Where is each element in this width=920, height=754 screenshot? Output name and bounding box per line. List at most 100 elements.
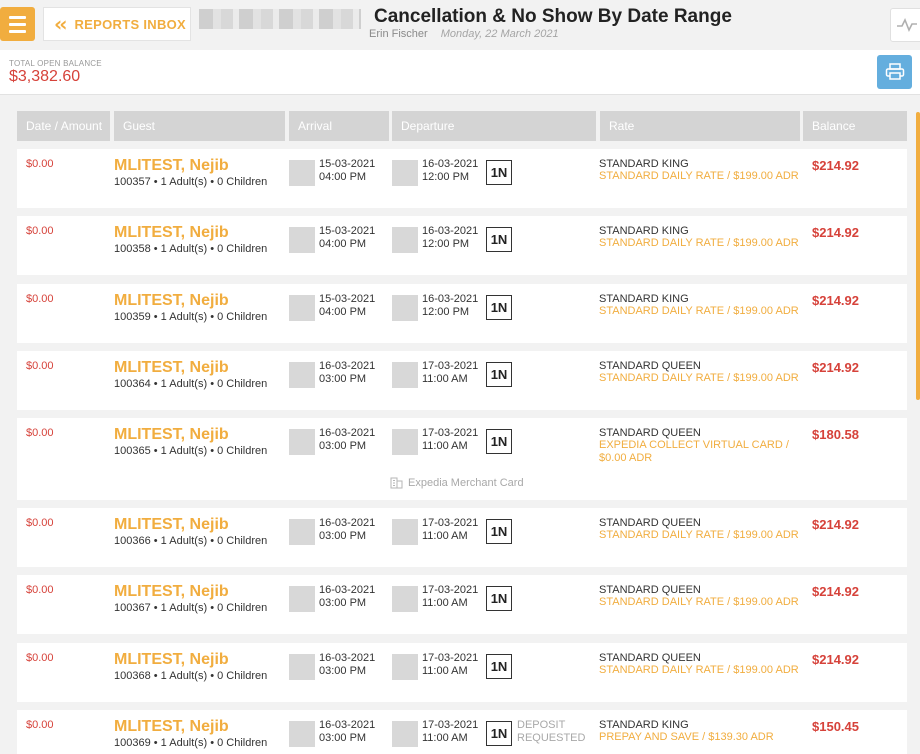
rate-plan: STANDARD DAILY RATE / $199.00 ADR: [599, 596, 799, 609]
reservation-row[interactable]: $0.00 MLITEST, Nejib 100366 • 1 Adult(s)…: [17, 508, 907, 567]
departure-time: 11:00 AM: [422, 439, 468, 452]
rate-line: STANDARD DAILY RATE / $199.00 ADR: [599, 170, 799, 182]
rate-line: STANDARD DAILY RATE / $199.00 ADR: [599, 237, 799, 249]
departure-time: 12:00 PM: [422, 170, 470, 183]
column-header-rate[interactable]: Rate: [600, 111, 800, 141]
rate-plan: STANDARD DAILY RATE / $199.00 ADR: [599, 237, 799, 250]
arrival-calendar-icon: [289, 160, 315, 186]
redacted-property-name: [199, 9, 361, 29]
reservation-row[interactable]: $0.00 MLITEST, Nejib 100359 • 1 Adult(s)…: [17, 284, 907, 343]
reservation-row[interactable]: $0.00 MLITEST, Nejib 100358 • 1 Adult(s)…: [17, 216, 907, 275]
guest-name[interactable]: MLITEST, Nejib: [114, 583, 229, 601]
room-type: STANDARD QUEEN: [599, 652, 701, 664]
rate-plan: EXPEDIA COLLECT VIRTUAL CARD / $0.00 ADR: [599, 439, 789, 464]
guest-name[interactable]: MLITEST, Nejib: [114, 426, 229, 444]
row-balance: $214.92: [812, 225, 859, 240]
departure-time: 12:00 PM: [422, 305, 470, 318]
departure-calendar-icon: [392, 586, 418, 612]
merchant-card-label: Expedia Merchant Card: [408, 477, 524, 489]
arrival: 15-03-2021 04:00 PM: [319, 158, 375, 183]
departure-date: 16-03-2021: [422, 225, 479, 237]
amount: $0.00: [26, 652, 54, 664]
departure: 17-03-2021 11:00 AM: [422, 517, 478, 542]
nights-badge: 1N: [486, 654, 512, 679]
arrival: 15-03-2021 04:00 PM: [319, 225, 375, 250]
guest-name[interactable]: MLITEST, Nejib: [114, 718, 229, 736]
departure-time: 11:00 AM: [422, 596, 468, 609]
column-header-departure[interactable]: Departure: [392, 111, 596, 141]
room-type: STANDARD QUEEN: [599, 517, 701, 529]
guest-details: 100358 • 1 Adult(s) • 0 Children: [114, 243, 268, 255]
column-header-balance[interactable]: Balance: [803, 111, 907, 141]
guest-details: 100369 • 1 Adult(s) • 0 Children: [114, 737, 268, 749]
arrival-calendar-icon: [289, 519, 315, 545]
rate-line: $0.00 ADR: [599, 451, 653, 464]
departure: 17-03-2021 11:00 AM: [422, 360, 478, 385]
guest-name[interactable]: MLITEST, Nejib: [114, 651, 229, 669]
departure-calendar-icon: [392, 295, 418, 321]
guest-name[interactable]: MLITEST, Nejib: [114, 224, 229, 242]
departure: 17-03-2021 11:00 AM: [422, 427, 478, 452]
arrival-calendar-icon: [289, 362, 315, 388]
reservation-row[interactable]: $0.00 MLITEST, Nejib 100357 • 1 Adult(s)…: [17, 149, 907, 208]
column-header-arrival[interactable]: Arrival: [289, 111, 389, 141]
column-header-guest[interactable]: Guest: [114, 111, 285, 141]
reservation-row[interactable]: $0.00 MLITEST, Nejib 100365 • 1 Adult(s)…: [17, 418, 907, 500]
vertical-scrollbar[interactable]: [916, 112, 920, 400]
guest-details: 100357 • 1 Adult(s) • 0 Children: [114, 176, 268, 188]
departure-time: 11:00 AM: [422, 529, 468, 542]
summary-bar: TOTAL OPEN BALANCE $3,382.60: [0, 50, 920, 95]
guest-name[interactable]: MLITEST, Nejib: [114, 359, 229, 377]
departure: 17-03-2021 11:00 AM: [422, 652, 478, 677]
arrival-time: 03:00 PM: [319, 529, 367, 542]
rate-line: EXPEDIA COLLECT VIRTUAL CARD /: [599, 439, 789, 451]
departure-date: 17-03-2021: [422, 517, 479, 529]
guest-name[interactable]: MLITEST, Nejib: [114, 516, 229, 534]
amount: $0.00: [26, 427, 54, 439]
reservation-row[interactable]: $0.00 MLITEST, Nejib 100364 • 1 Adult(s)…: [17, 351, 907, 410]
arrival: 16-03-2021 03:00 PM: [319, 427, 375, 452]
row-balance: $214.92: [812, 293, 859, 308]
arrival-calendar-icon: [289, 654, 315, 680]
reservation-row[interactable]: $0.00 MLITEST, Nejib 100368 • 1 Adult(s)…: [17, 643, 907, 702]
activity-button[interactable]: [890, 8, 920, 42]
guest-name[interactable]: MLITEST, Nejib: [114, 157, 229, 175]
rate-line: STANDARD DAILY RATE / $199.00 ADR: [599, 372, 799, 384]
departure-calendar-icon: [392, 227, 418, 253]
rate-plan: STANDARD DAILY RATE / $199.00 ADR: [599, 664, 799, 677]
departure-date: 17-03-2021: [422, 360, 479, 372]
rate-line: STANDARD DAILY RATE / $199.00 ADR: [599, 596, 799, 608]
guest-details: 100364 • 1 Adult(s) • 0 Children: [114, 378, 268, 390]
amount: $0.00: [26, 158, 54, 170]
building-icon: [390, 477, 403, 489]
rate-plan: PREPAY AND SAVE / $139.30 ADR: [599, 731, 774, 744]
arrival-date: 16-03-2021: [319, 584, 376, 596]
departure-calendar-icon: [392, 429, 418, 455]
nights-badge: 1N: [486, 586, 512, 611]
arrival-date: 15-03-2021: [319, 225, 376, 237]
print-button[interactable]: [877, 55, 912, 89]
room-type: STANDARD QUEEN: [599, 427, 701, 439]
reservation-row[interactable]: $0.00 MLITEST, Nejib 100367 • 1 Adult(s)…: [17, 575, 907, 634]
departure: 17-03-2021 11:00 AM: [422, 584, 478, 609]
row-balance: $214.92: [812, 158, 859, 173]
departure-calendar-icon: [392, 160, 418, 186]
departure-date: 16-03-2021: [422, 158, 479, 170]
report-meta: Erin Fischer Monday, 22 March 2021: [369, 28, 559, 40]
room-type: STANDARD KING: [599, 293, 689, 305]
departure-time: 11:00 AM: [422, 372, 468, 385]
column-header-date-amount[interactable]: Date / Amount: [17, 111, 110, 141]
reports-inbox-button[interactable]: ‹‹ REPORTS INBOX: [43, 7, 191, 41]
departure-calendar-icon: [392, 362, 418, 388]
arrival-date: 16-03-2021: [319, 719, 376, 731]
arrival-calendar-icon: [289, 429, 315, 455]
arrival-date: 16-03-2021: [319, 427, 376, 439]
arrival: 16-03-2021 03:00 PM: [319, 584, 375, 609]
arrival-time: 03:00 PM: [319, 439, 367, 452]
guest-name[interactable]: MLITEST, Nejib: [114, 292, 229, 310]
reservation-row[interactable]: $0.00 MLITEST, Nejib 100369 • 1 Adult(s)…: [17, 710, 907, 754]
arrival-date: 16-03-2021: [319, 360, 376, 372]
menu-button[interactable]: [0, 7, 35, 41]
arrival-time: 04:00 PM: [319, 170, 367, 183]
arrival: 16-03-2021 03:00 PM: [319, 652, 375, 677]
